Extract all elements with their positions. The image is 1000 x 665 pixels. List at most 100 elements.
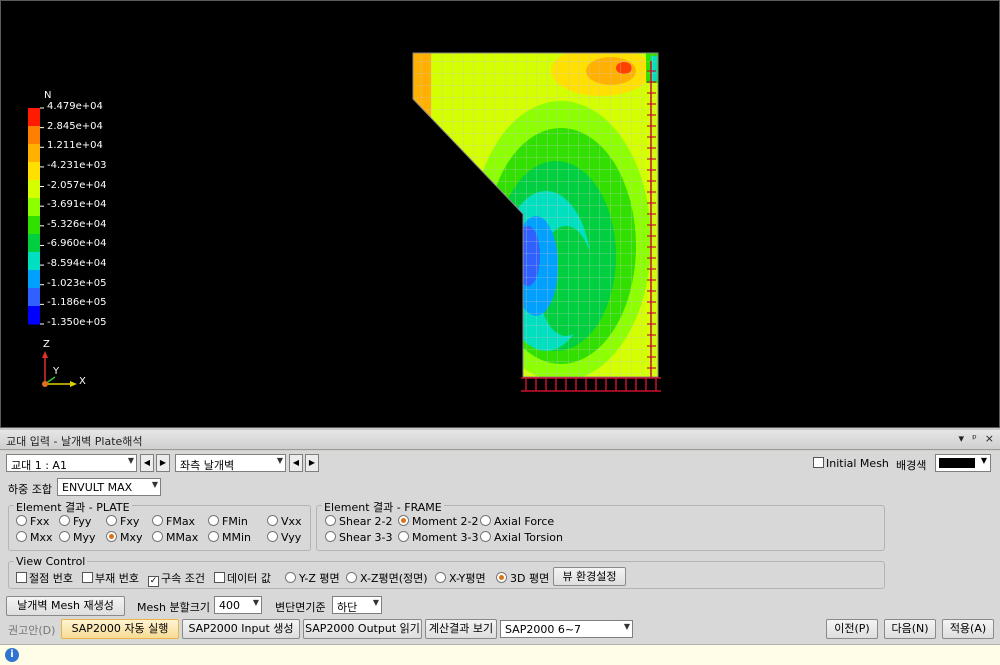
plate-option-mmin[interactable]: MMin bbox=[208, 531, 251, 544]
plate-option-mxx[interactable]: Mxx bbox=[16, 531, 53, 544]
radio-label: Mxx bbox=[30, 531, 53, 544]
panel-title-bar: 교대 입력 - 날개벽 Plate해석 ▾ ᵖ × bbox=[0, 430, 1000, 450]
view-plane-3[interactable]: 3D 평면 bbox=[496, 570, 549, 586]
legend-label: -4.231e+03 bbox=[47, 159, 107, 171]
sap-output-button[interactable]: SAP2000 Output 읽기 bbox=[303, 619, 422, 639]
wing-wall-select[interactable]: 좌측 날개벽 ▼ bbox=[175, 454, 286, 472]
abutment-select[interactable]: 교대 1 : A1 ▼ bbox=[6, 454, 137, 472]
radio-circle bbox=[152, 531, 163, 542]
plate-option-mxy[interactable]: Mxy bbox=[106, 531, 143, 544]
legend-swatch bbox=[28, 234, 40, 253]
prev-button[interactable]: 이전(P) bbox=[826, 619, 878, 639]
load-combo-select[interactable]: ENVULT MAX ▼ bbox=[57, 478, 161, 496]
mesh-size-select[interactable]: 400 ▼ bbox=[214, 596, 262, 614]
bg-color-label: 배경색 bbox=[896, 459, 927, 472]
plate-option-myy[interactable]: Myy bbox=[59, 531, 96, 544]
axis-triad bbox=[42, 351, 77, 387]
calc-result-button[interactable]: 계산결과 보기 bbox=[425, 619, 497, 639]
view-check-0[interactable]: 절점 번호 bbox=[16, 570, 73, 586]
radio-circle bbox=[325, 515, 336, 526]
radio-circle bbox=[496, 572, 507, 583]
load-combo-label: 하중 조합 bbox=[8, 483, 52, 496]
plate-option-fmax[interactable]: FMax bbox=[152, 515, 195, 528]
radio-label: X-Y평면 bbox=[449, 572, 486, 585]
chevron-down-icon: ▼ bbox=[372, 598, 379, 607]
dropdown-icon[interactable]: ▾ bbox=[959, 432, 965, 445]
view-check-2[interactable]: ✓ 구속 조건 bbox=[148, 570, 205, 587]
radio-label: Shear 3-3 bbox=[339, 531, 393, 544]
color-swatch bbox=[939, 458, 975, 468]
regen-mesh-button[interactable]: 날개벽 Mesh 재생성 bbox=[6, 596, 125, 616]
plate-option-vxx[interactable]: Vxx bbox=[267, 515, 302, 528]
frame-option-axial-torsion[interactable]: Axial Torsion bbox=[480, 531, 563, 544]
view-check-3[interactable]: 데이터 값 bbox=[214, 570, 271, 586]
plate-option-fxy[interactable]: Fxy bbox=[106, 515, 139, 528]
frame-option-moment-2-2[interactable]: Moment 2-2 bbox=[398, 515, 478, 528]
radio-label: Vxx bbox=[281, 515, 302, 528]
radio-circle bbox=[16, 531, 27, 542]
radio-circle bbox=[152, 515, 163, 526]
legend-swatch bbox=[28, 306, 40, 325]
radio-circle bbox=[59, 515, 70, 526]
view-plane-2[interactable]: X-Y평면 bbox=[435, 570, 486, 586]
view-plane-1[interactable]: X-Z평면(정면) bbox=[346, 570, 428, 586]
radio-label: FMin bbox=[222, 515, 248, 528]
bg-color-picker[interactable]: ▼ bbox=[935, 454, 991, 472]
chevron-down-icon: ▼ bbox=[252, 598, 259, 607]
axis-z-label: Z bbox=[43, 339, 50, 350]
plate-option-fyy[interactable]: Fyy bbox=[59, 515, 91, 528]
legend-label: -1.350e+05 bbox=[47, 317, 107, 328]
next-wall-button[interactable]: ▶ bbox=[305, 454, 319, 472]
initial-mesh-checkbox[interactable]: Initial Mesh bbox=[813, 457, 889, 470]
view-settings-button[interactable]: 뷰 환경설정 bbox=[553, 567, 626, 586]
radio-label: 3D 평면 bbox=[510, 572, 550, 585]
view-plane-0[interactable]: Y-Z 평면 bbox=[285, 570, 340, 586]
checkbox-box bbox=[82, 572, 93, 583]
radio-label: Fxy bbox=[120, 515, 140, 528]
legend-swatch bbox=[28, 180, 40, 199]
sap-input-button[interactable]: SAP2000 Input 생성 bbox=[182, 619, 300, 639]
view-check-1[interactable]: 부재 번호 bbox=[82, 570, 139, 586]
radio-label: MMax bbox=[166, 531, 199, 544]
sap-version-select[interactable]: SAP2000 6~7 ▼ bbox=[500, 620, 633, 638]
section-basis-select[interactable]: 하단 ▼ bbox=[332, 596, 382, 614]
prev-abutment-button[interactable]: ◀ bbox=[140, 454, 154, 472]
radio-label: Y-Z 평면 bbox=[299, 572, 340, 585]
checkbox-box bbox=[16, 572, 27, 583]
frame-option-shear-3-3[interactable]: Shear 3-3 bbox=[325, 531, 392, 544]
chevron-down-icon: ▼ bbox=[151, 480, 158, 489]
checkbox-box bbox=[214, 572, 225, 583]
frame-option-axial-force[interactable]: Axial Force bbox=[480, 515, 554, 528]
plate-analysis-panel: 교대 입력 - 날개벽 Plate해석 ▾ ᵖ × 교대 1 : A1 ▼ ◀ ▶… bbox=[0, 430, 1000, 665]
frame-group-title: Element 결과 - FRAME bbox=[322, 499, 444, 515]
legend-colorbar bbox=[28, 107, 44, 325]
plate-option-vyy[interactable]: Vyy bbox=[267, 531, 301, 544]
legend-label: -3.691e+04 bbox=[47, 199, 107, 211]
chevron-down-icon: ▼ bbox=[623, 622, 630, 631]
checkbox-label: 부재 번호 bbox=[95, 572, 139, 585]
radio-circle bbox=[59, 531, 70, 542]
result-viewport[interactable]: N 4.479e+04 2.845e+04 1.211e+04 -4.231e+03 -… bbox=[0, 0, 1000, 428]
close-icon[interactable]: × bbox=[985, 432, 994, 445]
chevron-down-icon: ▼ bbox=[980, 456, 987, 465]
apply-button[interactable]: 적용(A) bbox=[942, 619, 994, 639]
legend-swatch bbox=[28, 108, 40, 127]
radio-label: Mxy bbox=[120, 531, 143, 544]
sap-auto-run-button[interactable]: SAP2000 자동 실행 bbox=[61, 619, 179, 639]
axis-x-label: X bbox=[79, 376, 86, 387]
plate-option-mmax[interactable]: MMax bbox=[152, 531, 198, 544]
next-button[interactable]: 다음(N) bbox=[884, 619, 936, 639]
frame-option-shear-2-2[interactable]: Shear 2-2 bbox=[325, 515, 392, 528]
pin-icon[interactable]: ᵖ bbox=[972, 432, 977, 445]
radio-label: Fxx bbox=[30, 515, 50, 528]
plate-option-fxx[interactable]: Fxx bbox=[16, 515, 49, 528]
radio-label: Myy bbox=[73, 531, 96, 544]
legend-swatch bbox=[28, 126, 40, 145]
radio-circle bbox=[106, 531, 117, 542]
frame-option-moment-3-3[interactable]: Moment 3-3 bbox=[398, 531, 478, 544]
next-abutment-button[interactable]: ▶ bbox=[156, 454, 170, 472]
radio-circle bbox=[480, 515, 491, 526]
prev-wall-button[interactable]: ◀ bbox=[289, 454, 303, 472]
plate-option-fmin[interactable]: FMin bbox=[208, 515, 248, 528]
radio-label: Axial Torsion bbox=[494, 531, 563, 544]
